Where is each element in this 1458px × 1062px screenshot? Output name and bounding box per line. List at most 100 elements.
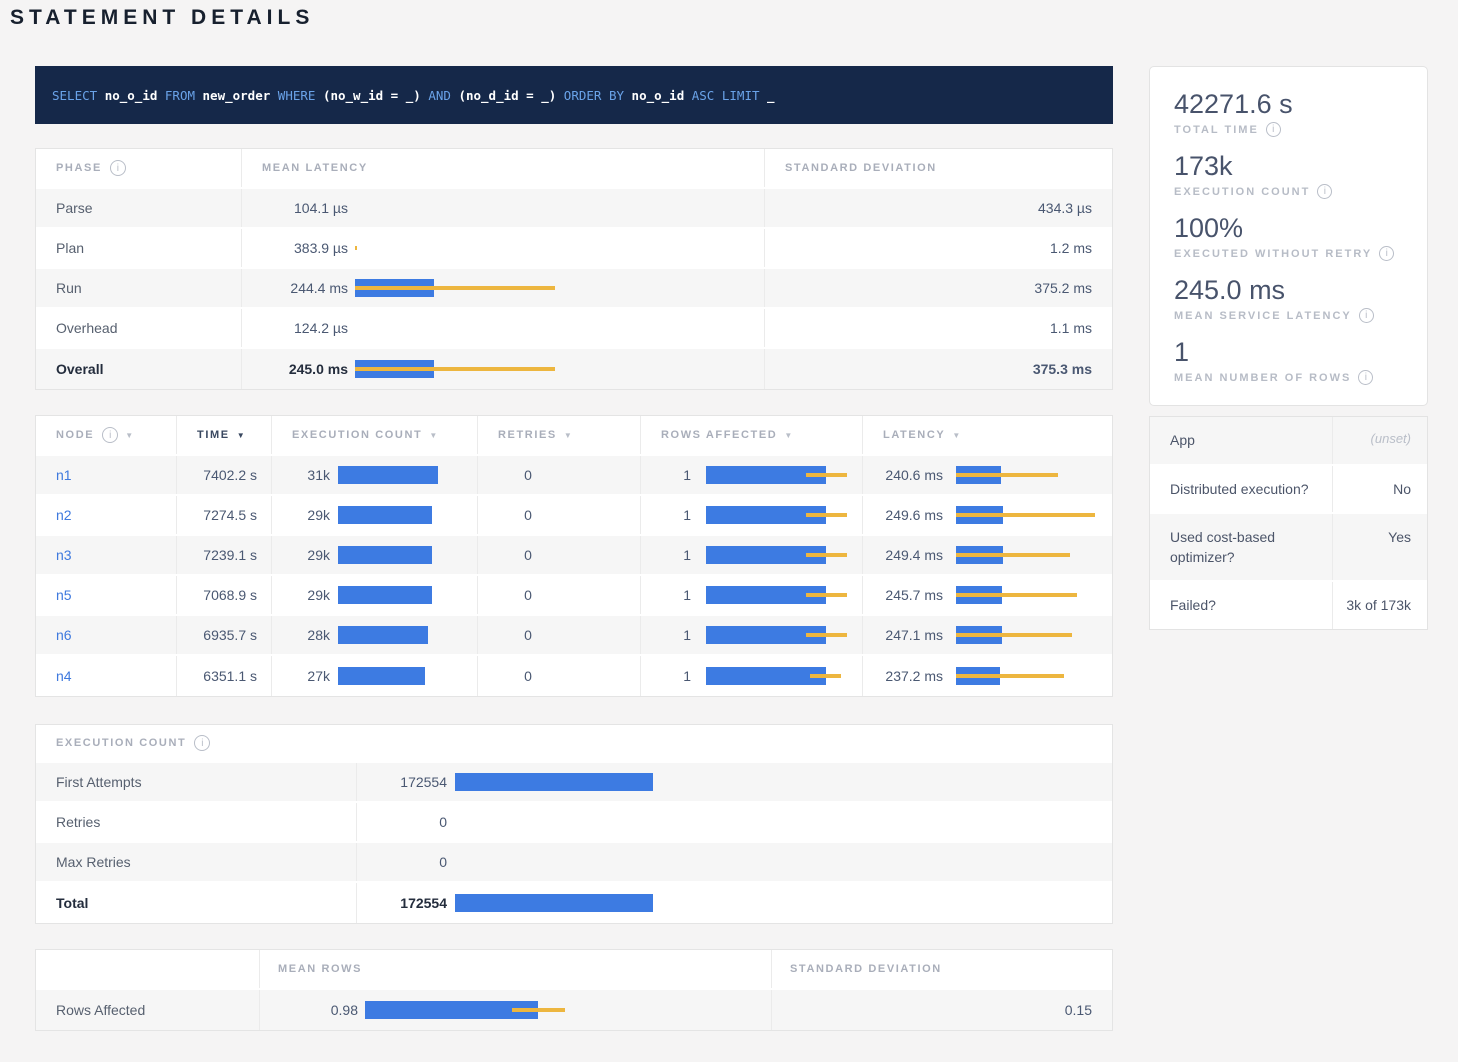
node-latency-cell: 249.6 ms (862, 496, 1112, 534)
count-bar (455, 813, 682, 831)
detail-row-distributed-execution: Distributed execution? No (1150, 466, 1427, 514)
latency-bar (355, 279, 736, 297)
sort-descending-icon[interactable]: ▼ (564, 431, 572, 440)
retries-value: 0 (477, 616, 640, 654)
info-icon[interactable]: i (110, 160, 126, 176)
node-exec-count-cell: 29k (271, 496, 477, 534)
row-label: Retries (36, 803, 356, 841)
node-row: n6 6935.7 s 28k 0 1 247.1 ms (36, 616, 1112, 656)
table-row: Rows Affected 0.98 0.15 (36, 990, 1112, 1030)
count-value: 0 (357, 814, 447, 830)
rows-affected-bar (706, 546, 848, 564)
phase-label: Overhead (36, 309, 241, 347)
node-latency-cell: 247.1 ms (862, 616, 1112, 654)
stat-mean-service-latency: 245.0 ms MEAN SERVICE LATENCY i (1174, 275, 1403, 323)
info-icon[interactable]: i (1317, 184, 1332, 199)
time-column-header[interactable]: TIME ▼ (176, 416, 271, 454)
stat-label-text: EXECUTION COUNT (1174, 186, 1310, 198)
node-exec-count-cell: 29k (271, 536, 477, 574)
rows-affected-value: 1 (641, 668, 691, 684)
execution-count-column-header[interactable]: EXECUTION COUNT ▼ (271, 416, 477, 454)
sort-descending-icon[interactable]: ▼ (125, 431, 133, 440)
latency-column-header[interactable]: LATENCY ▼ (862, 416, 1112, 454)
detail-value: 3k of 173k (1332, 582, 1427, 628)
execution-count-table-header: EXECUTION COUNT i (36, 725, 1112, 763)
rows-affected-bar (706, 586, 848, 604)
sort-descending-icon[interactable]: ▼ (952, 431, 960, 440)
info-icon[interactable]: i (1359, 308, 1374, 323)
retries-value: 0 (477, 656, 640, 696)
node-link[interactable]: n4 (56, 668, 72, 684)
latency-bar (956, 546, 1070, 564)
mean-latency-value: 245.0 ms (262, 361, 348, 377)
node-rows-affected-cell: 1 (640, 616, 862, 654)
execution-count-header-label: EXECUTION COUNT (292, 429, 422, 441)
stat-label: EXECUTED WITHOUT RETRY i (1174, 246, 1403, 261)
node-link[interactable]: n5 (56, 587, 72, 603)
phase-label: Parse (36, 189, 241, 227)
node-latency-cell: 245.7 ms (862, 576, 1112, 614)
rows-affected-value: 1 (641, 467, 691, 483)
stat-value: 100% (1174, 213, 1403, 244)
sort-descending-icon[interactable]: ▼ (237, 431, 245, 440)
sql-token: new_order (203, 88, 271, 103)
node-rows-affected-cell: 1 (640, 576, 862, 614)
stat-label-text: MEAN NUMBER OF ROWS (1174, 372, 1351, 384)
stat-label-text: EXECUTED WITHOUT RETRY (1174, 248, 1372, 260)
stat-value: 1 (1174, 337, 1403, 368)
execution-count-table: EXECUTION COUNT i First Attempts 172554 … (35, 724, 1113, 924)
phase-header-label: PHASE (56, 162, 102, 174)
node-link[interactable]: n6 (56, 627, 72, 643)
table-row: Overhead 124.2 µs 1.1 ms (36, 309, 1112, 349)
phase-label: Run (36, 269, 241, 307)
info-icon[interactable]: i (1358, 370, 1373, 385)
table-row: Plan 383.9 µs 1.2 ms (36, 229, 1112, 269)
rows-affected-column-header[interactable]: ROWS AFFECTED ▼ (640, 416, 862, 454)
info-icon[interactable]: i (102, 427, 118, 443)
rows-affected-bar (706, 506, 848, 524)
sql-token: WHERE (270, 88, 323, 103)
rows-affected-value: 1 (641, 627, 691, 643)
node-exec-count-cell: 29k (271, 576, 477, 614)
summary-stats-card: 42271.6 s TOTAL TIME i 173k EXECUTION CO… (1149, 66, 1428, 406)
mean-latency-value: 244.4 ms (262, 280, 348, 296)
latency-bar (956, 466, 1070, 484)
node-link[interactable]: n2 (56, 507, 72, 523)
retries-column-header[interactable]: RETRIES ▼ (477, 416, 640, 454)
exec-count-value: 27k (272, 668, 330, 684)
sql-token: SELECT (52, 88, 105, 103)
statement-details-table: App (unset) Distributed execution? No Us… (1149, 416, 1428, 629)
mean-rows-cell: 0.98 (259, 990, 771, 1030)
info-icon[interactable]: i (194, 735, 210, 751)
node-time-value: 7402.2 s (176, 456, 271, 494)
latency-value: 240.6 ms (863, 467, 943, 483)
node-rows-affected-cell: 1 (640, 536, 862, 574)
mean-rows-bar (365, 1001, 571, 1019)
node-link[interactable]: n3 (56, 547, 72, 563)
mean-latency-value: 383.9 µs (262, 240, 348, 256)
rows-affected-header-row: MEAN ROWS STANDARD DEVIATION (36, 950, 1112, 990)
node-time-value: 6351.1 s (176, 656, 271, 696)
detail-value: (unset) (1332, 417, 1427, 463)
sort-descending-icon[interactable]: ▼ (429, 431, 437, 440)
phase-label: Plan (36, 229, 241, 267)
exec-count-bar (338, 466, 437, 484)
stat-label-text: TOTAL TIME (1174, 124, 1259, 136)
exec-count-value: 28k (272, 627, 330, 643)
exec-count-bar (338, 506, 437, 524)
latency-header-label: LATENCY (883, 429, 945, 441)
latency-value: 237.2 ms (863, 668, 943, 684)
stat-label: TOTAL TIME i (1174, 122, 1403, 137)
node-column-header[interactable]: NODE i ▼ (36, 416, 176, 454)
node-latency-cell: 249.4 ms (862, 536, 1112, 574)
sql-token: no_o_id (632, 88, 685, 103)
exec-count-bar (338, 667, 437, 685)
stat-value: 173k (1174, 151, 1403, 182)
node-link[interactable]: n1 (56, 467, 72, 483)
sort-descending-icon[interactable]: ▼ (784, 431, 792, 440)
info-icon[interactable]: i (1266, 122, 1281, 137)
info-icon[interactable]: i (1379, 246, 1394, 261)
rows-affected-value: 1 (641, 587, 691, 603)
sql-token: AND (421, 88, 459, 103)
sql-token: FROM (157, 88, 202, 103)
